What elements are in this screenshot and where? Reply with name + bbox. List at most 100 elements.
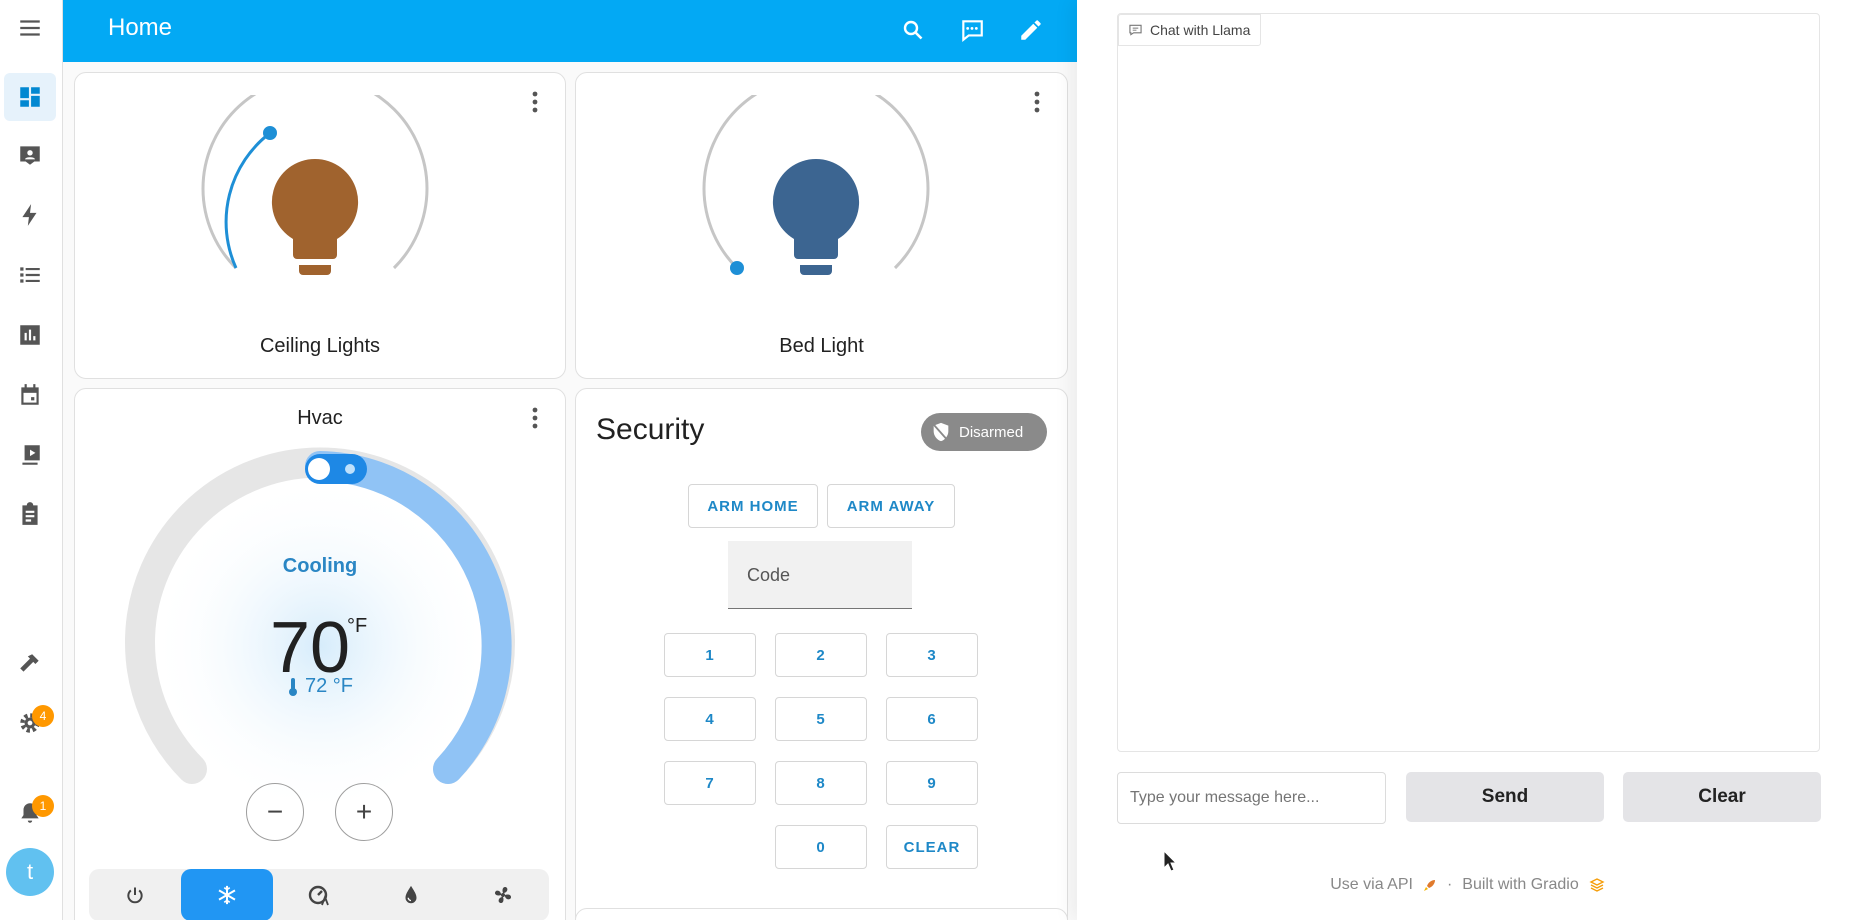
message-input[interactable] (1117, 772, 1386, 824)
top-app-bar: Home (63, 0, 1077, 62)
bed-light-card[interactable]: Bed Light (575, 72, 1068, 379)
ceiling-lights-card[interactable]: Ceiling Lights (74, 72, 566, 379)
search-icon (903, 20, 923, 40)
keypad-2[interactable]: 2 (775, 633, 867, 677)
current-temperature: 72 °F (304, 675, 354, 697)
mouse-cursor-icon (1163, 850, 1177, 872)
snowflake-icon (218, 885, 236, 905)
card-title: Bed Light (779, 335, 864, 357)
hvac-card[interactable]: Hvac Cooling 70 °F 72 °F − + (74, 388, 566, 920)
hvac-status: Cooling (282, 555, 358, 577)
arm-away-button[interactable]: ARM AWAY (827, 484, 955, 528)
person-card-icon (20, 146, 40, 165)
hvac-mode-bar (89, 869, 549, 920)
keypad-9[interactable]: 9 (886, 761, 978, 805)
thermostat-auto-icon (308, 885, 329, 906)
menu-button[interactable] (4, 4, 56, 52)
thermometer-icon (288, 677, 297, 696)
assist-button[interactable] (954, 12, 990, 48)
alarm-state-badge[interactable]: Disarmed (921, 413, 1047, 451)
brightness-slider[interactable] (199, 95, 439, 295)
temperature-unit: °F (347, 615, 368, 637)
lightning-icon (22, 204, 37, 226)
sidebar-item-map[interactable] (4, 131, 56, 179)
rocket-icon (1423, 880, 1435, 891)
decrease-temperature-button[interactable]: − (246, 783, 304, 841)
sidebar-item-logbook[interactable] (4, 251, 56, 299)
clipboard-icon (22, 502, 38, 525)
fan-icon (494, 886, 512, 904)
mode-cool-button[interactable] (181, 869, 273, 920)
dashboard-icon (20, 87, 40, 107)
dashboard: Ceiling Lights Bed Light Hvac Cooling 70… (63, 62, 1077, 920)
mode-auto-button[interactable] (273, 869, 365, 920)
bulb-icon (271, 158, 359, 275)
card-menu-button[interactable] (1025, 87, 1049, 117)
next-card-peek (575, 908, 1068, 920)
gradio-logo-icon (1589, 878, 1605, 892)
edit-dashboard-button[interactable] (1013, 12, 1049, 48)
power-icon (127, 887, 143, 904)
calendar-icon (21, 384, 39, 405)
keypad-clear[interactable]: CLEAR (886, 825, 978, 869)
keypad-7[interactable]: 7 (664, 761, 756, 805)
menu-icon (20, 20, 40, 36)
keypad-0[interactable]: 0 (775, 825, 867, 869)
media-play-icon (20, 445, 40, 465)
keypad-5[interactable]: 5 (775, 697, 867, 741)
keypad-1[interactable]: 1 (664, 633, 756, 677)
notifications-badge: 1 (32, 795, 54, 817)
sidebar-item-history[interactable] (4, 311, 56, 359)
sidebar-item-calendar[interactable] (4, 371, 56, 419)
page-title: Home (108, 14, 173, 41)
chatbot-label-text: Chat with Llama (1150, 22, 1251, 38)
keypad-3[interactable]: 3 (886, 633, 978, 677)
keypad-8[interactable]: 8 (775, 761, 867, 805)
keypad-6[interactable]: 6 (886, 697, 978, 741)
search-button[interactable] (895, 12, 931, 48)
card-title: Ceiling Lights (259, 335, 381, 357)
mode-off-button[interactable] (89, 869, 181, 920)
user-avatar[interactable]: t (6, 848, 54, 896)
sidebar: 4 1 t (0, 0, 63, 920)
chatbot-label: Chat with Llama (1118, 14, 1262, 46)
code-input[interactable]: Code (728, 541, 912, 609)
more-vertical-icon (532, 91, 538, 113)
security-title: Security (596, 413, 705, 446)
footer-separator: · (1446, 876, 1453, 893)
card-menu-button[interactable] (523, 87, 547, 117)
bulb-icon (772, 158, 860, 275)
plus-icon: + (355, 796, 373, 827)
sidebar-item-energy[interactable] (4, 191, 56, 239)
gradio-panel: Chat with Llama Send Clear Use via API ·… (1077, 0, 1858, 920)
sidebar-item-todo[interactable] (4, 490, 56, 538)
slider-handle[interactable] (730, 261, 744, 275)
code-label: Code (747, 565, 791, 585)
chat-dots-icon (962, 20, 983, 43)
use-via-api-link[interactable]: Use via API (1330, 876, 1413, 894)
settings-badge: 4 (32, 705, 54, 727)
sidebar-item-media[interactable] (4, 431, 56, 479)
brightness-slider[interactable] (700, 95, 940, 295)
hammer-icon (20, 654, 39, 672)
sidebar-item-overview[interactable] (4, 73, 56, 121)
keypad-4[interactable]: 4 (664, 697, 756, 741)
send-button[interactable]: Send (1406, 772, 1604, 822)
arm-home-button[interactable]: ARM HOME (688, 484, 818, 528)
sidebar-item-developer-tools[interactable] (4, 640, 56, 688)
sidebar-item-notifications[interactable]: 1 (4, 789, 56, 837)
mode-dry-button[interactable] (365, 869, 457, 920)
increase-temperature-button[interactable]: + (335, 783, 393, 841)
pencil-icon (1021, 20, 1041, 40)
clear-button[interactable]: Clear (1623, 772, 1821, 822)
built-with-gradio-link[interactable]: Built with Gradio (1462, 876, 1579, 894)
sidebar-item-settings[interactable]: 4 (4, 699, 56, 747)
security-card: Security Disarmed ARM HOME ARM AWAY Code… (575, 388, 1068, 920)
slider-handle[interactable] (263, 126, 277, 140)
mode-fan-button[interactable] (457, 869, 549, 920)
list-icon (20, 267, 40, 283)
footer: Use via API · Built with Gradio (1077, 876, 1858, 894)
shield-off-icon (932, 422, 950, 442)
chatbot: Chat with Llama (1117, 13, 1820, 752)
water-drop-icon (405, 885, 417, 904)
